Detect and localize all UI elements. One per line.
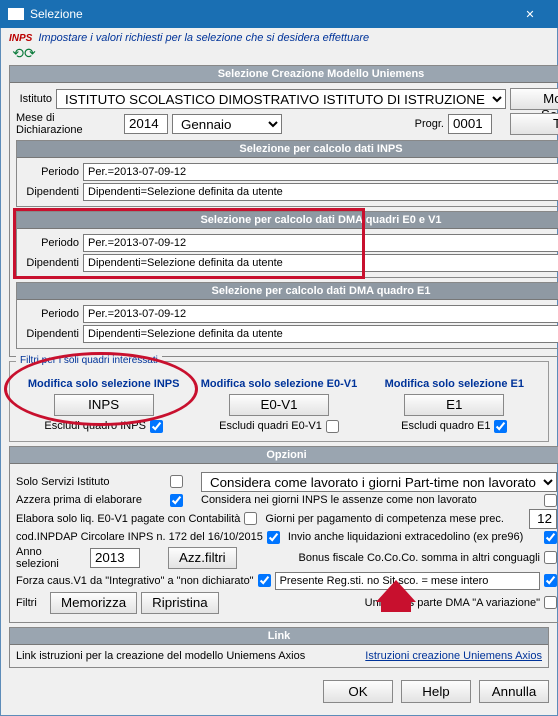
inps-badge: INPS <box>9 33 32 44</box>
progr-input[interactable] <box>448 114 492 134</box>
giorni-pag-input[interactable] <box>529 509 557 529</box>
azzera-label: Azzera prima di elaborare <box>16 494 166 506</box>
solo-servizi-checkbox[interactable] <box>170 475 183 488</box>
section-link: Link Link istruzioni per la creazione de… <box>9 627 549 668</box>
escludi-e0v1-label: Escludi quadri E0-V1 <box>219 420 322 432</box>
mese-select[interactable]: Gennaio <box>172 114 282 134</box>
filtri-col2-head: Modifica solo selezione E0-V1 <box>191 378 366 390</box>
considera-inps-checkbox[interactable] <box>544 494 557 507</box>
progr-label: Progr. <box>415 118 444 130</box>
anno-input[interactable] <box>124 114 168 134</box>
section-filtri: Filtri per i soli quadri interessati Mod… <box>9 361 549 442</box>
considera-pt-select[interactable]: Considera come lavorato i giorni Part-ti… <box>201 472 557 492</box>
ripristina-button[interactable]: Ripristina <box>141 592 219 614</box>
considera-inps-label: Considera nei giorni INPS le assenze com… <box>201 494 540 506</box>
anno-sel-input[interactable] <box>90 548 140 568</box>
escludi-inps-checkbox[interactable] <box>150 420 163 433</box>
inps-button[interactable]: INPS <box>54 394 154 416</box>
section-creazione-header: Selezione Creazione Modello Uniemens <box>10 66 558 83</box>
tutte-button[interactable]: Tutte <box>510 113 558 135</box>
uniemens-parte-label: Uniemens parte DMA "A variazione" <box>223 597 540 609</box>
filtri-col-e1: Modifica solo selezione E1 E1 Escludi qu… <box>367 378 542 433</box>
close-button[interactable]: ✕ <box>510 4 550 24</box>
presente-checkbox[interactable] <box>544 574 557 587</box>
section-inps: Selezione per calcolo dati INPS Periodo … <box>16 140 558 207</box>
giorni-pag-label: Giorni per pagamento di competenza mese … <box>261 513 525 525</box>
help-button[interactable]: Help <box>401 680 471 703</box>
istituto-select[interactable]: ISTITUTO SCOLASTICO DIMOSTRATIVO ISTITUT… <box>56 89 506 109</box>
dip-label-e0v1: Dipendenti <box>23 257 79 269</box>
dip-value-e1: Dipendenti=Selezione definita da utente <box>83 325 558 343</box>
dip-label-inps: Dipendenti <box>23 186 79 198</box>
forza-checkbox[interactable] <box>258 574 271 587</box>
filtri-col3-head: Modifica solo selezione E1 <box>367 378 542 390</box>
titlebar: Selezione ✕ <box>0 0 558 28</box>
window-icon <box>8 8 24 20</box>
periodo-value-e1: Per.=2013-07-09-12 <box>83 305 558 323</box>
filtri-col-e0v1: Modifica solo selezione E0-V1 E0-V1 Escl… <box>191 378 366 433</box>
filtri-col1-head: Modifica solo selezione INPS <box>16 378 191 390</box>
invio-liq-checkbox[interactable] <box>544 531 557 544</box>
section-inps-header: Selezione per calcolo dati INPS <box>17 141 558 158</box>
cod-inpdap-checkbox[interactable] <box>267 531 280 544</box>
dip-value-inps: Dipendenti=Selezione definita da utente <box>83 183 558 201</box>
dip-value-e0v1: Dipendenti=Selezione definita da utente <box>83 254 558 272</box>
azz-filtri-button[interactable]: Azz.filtri <box>168 547 237 569</box>
uniemens-parte-checkbox[interactable] <box>544 596 557 609</box>
periodo-label-e0v1: Periodo <box>23 237 79 249</box>
periodo-label-e1: Periodo <box>23 308 79 320</box>
link-url[interactable]: Istruzioni creazione Uniemens Axios <box>365 650 542 662</box>
azzera-checkbox[interactable] <box>170 494 183 507</box>
refresh-icon[interactable]: ⟲⟳ <box>9 46 39 60</box>
mese-label: Mese di Dichiarazione <box>16 112 120 136</box>
e0v1-button[interactable]: E0-V1 <box>229 394 329 416</box>
section-e0v1-header: Selezione per calcolo dati DMA quadri E0… <box>17 212 558 229</box>
modifica-selezioni-button[interactable]: Modifica Selezioni <box>510 88 558 110</box>
section-creazione: Selezione Creazione Modello Uniemens Ist… <box>9 65 558 357</box>
e1-button[interactable]: E1 <box>404 394 504 416</box>
escludi-inps-label: Escludi quadro INPS <box>44 420 146 432</box>
presente-box: Presente Reg.sti. no Sit.sco. = mese int… <box>275 572 540 590</box>
info-row: INPS Impostare i valori richiesti per la… <box>9 32 549 44</box>
dip-label-e1: Dipendenti <box>23 328 79 340</box>
bonus-checkbox[interactable] <box>544 551 557 564</box>
periodo-label-inps: Periodo <box>23 166 79 178</box>
bonus-label: Bonus fiscale Co.Co.Co. somma in altri c… <box>241 552 540 564</box>
window-title: Selezione <box>30 7 504 21</box>
opzioni-header: Opzioni <box>10 447 558 464</box>
filtri-label-bottom: Filtri <box>16 597 46 609</box>
anno-sel-label: Anno selezioni <box>16 546 86 570</box>
cod-inpdap-label: cod.INPDAP Circolare INPS n. 172 del 16/… <box>16 531 263 543</box>
memorizza-button[interactable]: Memorizza <box>50 592 137 614</box>
presente-text: Presente Reg.sti. no Sit.sco. = mese int… <box>280 575 489 587</box>
invio-liq-label: Invio anche liquidazioni extracedolino (… <box>284 531 540 543</box>
annulla-button[interactable]: Annulla <box>479 680 549 703</box>
elabora-checkbox[interactable] <box>244 512 257 525</box>
periodo-value-e0v1: Per.=2013-07-09-12 <box>83 234 558 252</box>
filtri-col-inps: Modifica solo selezione INPS INPS Esclud… <box>16 378 191 433</box>
escludi-e1-checkbox[interactable] <box>494 420 507 433</box>
filtri-legend: Filtri per i soli quadri interessati <box>16 355 162 366</box>
section-e1: Selezione per calcolo dati DMA quadro E1… <box>16 282 558 349</box>
forza-label: Forza caus.V1 da "Integrativo" a "non di… <box>16 575 254 587</box>
link-header: Link <box>10 628 548 645</box>
periodo-value-inps: Per.=2013-07-09-12 <box>83 163 558 181</box>
section-opzioni: Opzioni Solo Servizi Istituto Considera … <box>9 446 558 623</box>
ok-button[interactable]: OK <box>323 680 393 703</box>
istituto-label: Istituto <box>16 93 52 105</box>
section-e1-header: Selezione per calcolo dati DMA quadro E1 <box>17 283 558 300</box>
escludi-e1-label: Escludi quadro E1 <box>401 420 490 432</box>
info-text: Impostare i valori richiesti per la sele… <box>38 32 369 44</box>
escludi-e0v1-checkbox[interactable] <box>326 420 339 433</box>
link-text: Link istruzioni per la creazione del mod… <box>16 650 361 662</box>
solo-servizi-label: Solo Servizi Istituto <box>16 476 166 488</box>
section-e0v1: Selezione per calcolo dati DMA quadri E0… <box>16 211 558 278</box>
elabora-label: Elabora solo liq. E0-V1 pagate con Conta… <box>16 513 240 525</box>
